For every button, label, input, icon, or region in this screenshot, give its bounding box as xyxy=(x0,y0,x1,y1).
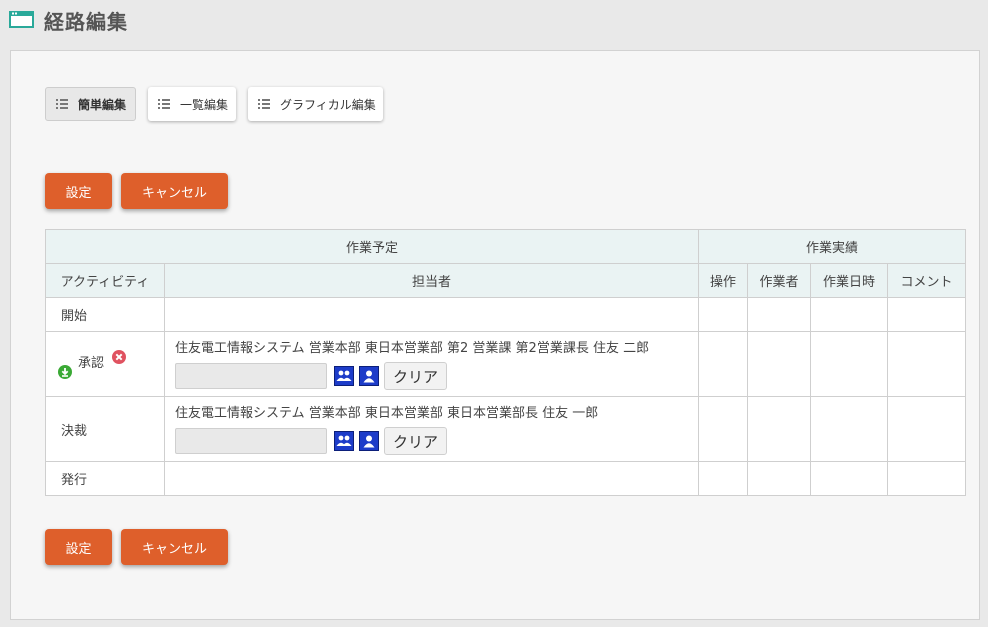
comment-cell xyxy=(887,297,967,332)
page-title: 経路編集 xyxy=(44,10,128,34)
set-button-top[interactable]: 設定 xyxy=(45,173,112,209)
clear-button[interactable]: クリア xyxy=(384,427,448,455)
assignee-input[interactable] xyxy=(175,363,327,389)
assignee-name: 住友電工情報システム 営業本部 東日本営業部 東日本営業部長 住友 一郎 xyxy=(175,406,599,421)
user-select-icon[interactable] xyxy=(359,366,379,386)
column-header-activity: アクティビティ xyxy=(45,263,165,298)
column-header-comment: コメント xyxy=(887,263,967,298)
activity-cell: 決裁 xyxy=(45,396,165,462)
tab-label: グラフィカル編集 xyxy=(280,97,376,112)
table-row: 承認 住友電工情報システム 営業本部 東日本営業部 第2 営業課 第2営業課長 … xyxy=(45,331,967,397)
datetime-cell xyxy=(810,396,889,462)
set-button-bottom[interactable]: 設定 xyxy=(45,529,112,565)
column-header-operation: 操作 xyxy=(698,263,749,298)
activity-cell: 発行 xyxy=(45,461,165,496)
route-table: 作業予定 作業実績 アクティビティ 担当者 操作 作業者 作業日時 コメント 開… xyxy=(44,229,967,496)
activity-cell: 開始 xyxy=(45,297,165,332)
operation-cell xyxy=(698,396,749,462)
assignee-cell xyxy=(163,461,700,496)
activity-label: 承認 xyxy=(78,356,105,371)
page-header: 経路編集 xyxy=(0,0,988,42)
table-row: 発行 xyxy=(45,461,967,496)
assignee-cell: 住友電工情報システム 営業本部 東日本営業部 東日本営業部長 住友 一郎 クリア xyxy=(163,396,700,462)
clear-button[interactable]: クリア xyxy=(384,362,448,390)
worker-cell xyxy=(747,297,812,332)
route-edit-panel: 簡単編集 一覧編集 グラフィカル編集 設定 キャンセル 作業予定 作業実績 アク… xyxy=(10,50,980,620)
insert-below-icon[interactable] xyxy=(58,365,72,379)
assignee-controls: クリア xyxy=(175,427,698,455)
worker-cell xyxy=(747,331,812,397)
group-header-result: 作業実績 xyxy=(698,229,967,264)
tab-simple-edit[interactable]: 簡単編集 xyxy=(45,87,136,121)
operation-cell xyxy=(698,297,749,332)
assignee-controls: クリア xyxy=(175,362,698,390)
tab-graphical-edit[interactable]: グラフィカル編集 xyxy=(248,87,383,121)
group-select-icon[interactable] xyxy=(334,366,354,386)
column-header-datetime: 作業日時 xyxy=(810,263,889,298)
group-header-plan: 作業予定 xyxy=(44,229,700,264)
operation-cell xyxy=(698,331,749,397)
column-header-worker: 作業者 xyxy=(747,263,812,298)
tab-list-edit[interactable]: 一覧編集 xyxy=(148,87,236,121)
assignee-input[interactable] xyxy=(175,428,327,454)
worker-cell xyxy=(747,396,812,462)
list-icon xyxy=(258,99,270,109)
tab-label: 簡単編集 xyxy=(78,97,127,112)
datetime-cell xyxy=(810,461,889,496)
datetime-cell xyxy=(810,331,889,397)
group-select-icon[interactable] xyxy=(334,431,354,451)
assignee-name: 住友電工情報システム 営業本部 東日本営業部 第2 営業課 第2営業課長 住友 … xyxy=(175,341,650,356)
user-select-icon[interactable] xyxy=(359,431,379,451)
datetime-cell xyxy=(810,297,889,332)
remove-icon[interactable] xyxy=(112,350,126,364)
activity-cell: 承認 xyxy=(45,331,165,397)
tab-label: 一覧編集 xyxy=(180,97,229,112)
list-icon xyxy=(56,99,68,109)
comment-cell xyxy=(887,396,967,462)
comment-cell xyxy=(887,331,967,397)
worker-cell xyxy=(747,461,812,496)
table-row: 決裁 住友電工情報システム 営業本部 東日本営業部 東日本営業部長 住友 一郎 xyxy=(45,396,967,462)
operation-cell xyxy=(698,461,749,496)
cancel-button-bottom[interactable]: キャンセル xyxy=(121,529,228,565)
window-icon xyxy=(9,11,34,28)
list-icon xyxy=(158,99,170,109)
assignee-cell xyxy=(163,297,700,332)
table-row: 開始 xyxy=(45,297,967,332)
column-header-assignee: 担当者 xyxy=(163,263,700,298)
cancel-button-top[interactable]: キャンセル xyxy=(121,173,228,209)
comment-cell xyxy=(887,461,967,496)
assignee-cell: 住友電工情報システム 営業本部 東日本営業部 第2 営業課 第2営業課長 住友 … xyxy=(163,331,700,397)
